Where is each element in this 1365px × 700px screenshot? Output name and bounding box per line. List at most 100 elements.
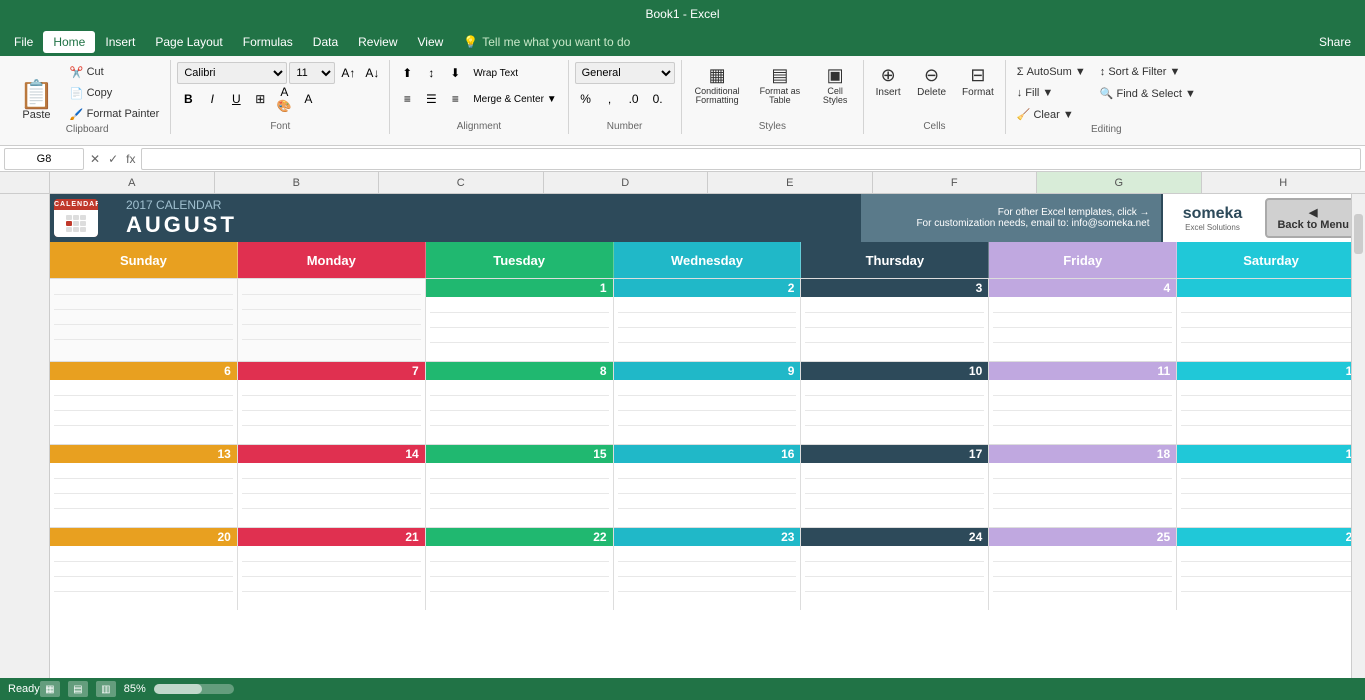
calendar-day-9: 9: [614, 362, 802, 444]
font-decrease-btn[interactable]: A↓: [361, 62, 383, 84]
calendar-day-7: 7: [238, 362, 426, 444]
border-button[interactable]: ⊞: [249, 88, 271, 110]
autosum-button[interactable]: Σ AutoSum ▼: [1012, 62, 1091, 82]
format-button[interactable]: ⊟ Format: [957, 62, 999, 101]
menu-data[interactable]: Data: [303, 31, 348, 53]
format-painter-button[interactable]: 🖌️ Format Painter: [65, 104, 164, 124]
col-header-b: B: [215, 172, 380, 193]
fill-color-button[interactable]: A🎨: [273, 88, 295, 110]
calendar-day-1: 1: [426, 279, 614, 361]
calendar-week-3: 13 14 15 16 17 18 19: [50, 444, 1365, 527]
wrap-text-button[interactable]: Wrap Text: [468, 62, 523, 84]
fill-button[interactable]: ↓ Fill ▼: [1012, 83, 1091, 103]
paste-button[interactable]: 📋 Paste: [10, 62, 63, 124]
formula-input[interactable]: [141, 148, 1361, 170]
align-bottom-button[interactable]: ⬇: [444, 62, 466, 84]
insert-button[interactable]: ⊕ Insert: [870, 62, 906, 101]
calendar-day-17: 17: [801, 445, 989, 527]
calendar-day-6: 6: [50, 362, 238, 444]
fill-icon: ↓ Fill ▼: [1017, 87, 1054, 99]
ribbon: 📋 Paste ✂️ Cut 📄 Copy 🖌️ Format Painter: [0, 56, 1365, 146]
align-right-button[interactable]: ≡: [444, 88, 466, 110]
align-row-2: ≡ ☰ ≡ Merge & Center ▼: [396, 88, 561, 110]
page-break-view-button[interactable]: ▥: [96, 681, 116, 697]
clear-button[interactable]: 🧹 Clear ▼: [1012, 104, 1091, 124]
menu-home[interactable]: Home: [43, 31, 95, 53]
menu-view[interactable]: View: [408, 31, 454, 53]
editing-col-2: ↕ Sort & Filter ▼ 🔍 Find & Select ▼: [1095, 62, 1201, 103]
menu-formulas[interactable]: Formulas: [233, 31, 303, 53]
decrease-decimal-button[interactable]: 0.: [647, 88, 669, 110]
sort-filter-button[interactable]: ↕ Sort & Filter ▼: [1095, 62, 1201, 82]
calendar-week-4: 20 21 22 23 24 25 26: [50, 527, 1365, 610]
font-row-1: Calibri 11 A↑ A↓: [177, 62, 383, 84]
normal-view-button[interactable]: ▦: [40, 681, 60, 697]
align-top-button[interactable]: ⬆: [396, 62, 418, 84]
find-select-button[interactable]: 🔍 Find & Select ▼: [1095, 83, 1201, 103]
cell-styles-button[interactable]: ▣ CellStyles: [813, 62, 857, 109]
clipboard-label: Clipboard: [10, 124, 164, 137]
delete-button[interactable]: ⊖ Delete: [912, 62, 951, 101]
insert-function-icon[interactable]: fx: [124, 152, 137, 166]
menu-review[interactable]: Review: [348, 31, 407, 53]
font-increase-btn[interactable]: A↑: [337, 62, 359, 84]
scrollbar-vertical[interactable]: [1351, 194, 1365, 678]
number-row-2: % , .0 0.: [575, 88, 669, 110]
cut-button[interactable]: ✂️ Cut: [65, 62, 164, 82]
font-size-select[interactable]: 11: [289, 62, 335, 84]
font-content: Calibri 11 A↑ A↓ B I U ⊞ A🎨 A: [177, 62, 383, 121]
calendar-day-24: 24: [801, 528, 989, 610]
day-header-saturday: Saturday: [1177, 242, 1365, 278]
calendar-day-3: 3: [801, 279, 989, 361]
main-content: A B C D E F G H CALENDAR: [50, 172, 1365, 678]
scroll-thumb[interactable]: [1354, 214, 1363, 254]
merge-center-button[interactable]: Merge & Center ▼: [468, 88, 561, 110]
conditional-formatting-button[interactable]: ▦ ConditionalFormatting: [688, 62, 747, 109]
paste-icon: 📋: [19, 81, 54, 109]
status-bar: Ready ▦ ▤ ▥ 85%: [0, 678, 1365, 700]
zoom-slider[interactable]: [154, 684, 234, 694]
editing-col: Σ AutoSum ▼ ↓ Fill ▼ 🧹 Clear ▼: [1012, 62, 1091, 124]
calendar-day-23: 23: [614, 528, 802, 610]
calendar-day-10: 10: [801, 362, 989, 444]
back-arrow-icon: ◀: [1309, 206, 1317, 219]
bold-button[interactable]: B: [177, 88, 199, 110]
day-num-22: 22: [426, 528, 613, 546]
increase-decimal-button[interactable]: .0: [623, 88, 645, 110]
cell-reference-box[interactable]: [4, 148, 84, 170]
cell-styles-icon: ▣: [827, 65, 844, 87]
menu-insert[interactable]: Insert: [95, 31, 145, 53]
percent-button[interactable]: %: [575, 88, 597, 110]
day-num-25: 25: [989, 528, 1176, 546]
day-num-24: 24: [801, 528, 988, 546]
align-left-button[interactable]: ≡: [396, 88, 418, 110]
status-bar-right: ▦ ▤ ▥ 85%: [40, 681, 234, 697]
share-button[interactable]: Share: [1309, 31, 1361, 53]
confirm-formula-icon[interactable]: ✓: [106, 152, 120, 166]
font-name-select[interactable]: Calibri: [177, 62, 287, 84]
italic-button[interactable]: I: [201, 88, 223, 110]
underline-button[interactable]: U: [225, 88, 247, 110]
menu-file[interactable]: File: [4, 31, 43, 53]
menu-page-layout[interactable]: Page Layout: [145, 31, 232, 53]
calendar-day-18: 18: [989, 445, 1177, 527]
back-to-menu-button[interactable]: ◀ Back to Menu: [1265, 198, 1361, 238]
ribbon-group-cells: ⊕ Insert ⊖ Delete ⊟ Format Cells: [864, 60, 1006, 134]
calendar-day-22: 22: [426, 528, 614, 610]
day-num-5: 5: [1177, 279, 1365, 297]
page-layout-view-button[interactable]: ▤: [68, 681, 88, 697]
day-num-20: 20: [50, 528, 237, 546]
comma-button[interactable]: ,: [599, 88, 621, 110]
number-format-select[interactable]: General: [575, 62, 675, 84]
sort-icon: ↕ Sort & Filter ▼: [1100, 66, 1181, 78]
format-as-table-button[interactable]: ▤ Format asTable: [753, 62, 808, 109]
copy-button[interactable]: 📄 Copy: [65, 83, 164, 103]
calendar-day-13: 13: [50, 445, 238, 527]
cancel-formula-icon[interactable]: ✕: [88, 152, 102, 166]
font-color-button[interactable]: A: [297, 88, 319, 110]
zoom-fill: [154, 684, 202, 694]
calendar-header: CALENDAR: [50, 194, 1365, 242]
align-middle-button[interactable]: ↕: [420, 62, 442, 84]
tell-me[interactable]: 💡Tell me what you want to do: [453, 31, 640, 53]
align-center-button[interactable]: ☰: [420, 88, 442, 110]
